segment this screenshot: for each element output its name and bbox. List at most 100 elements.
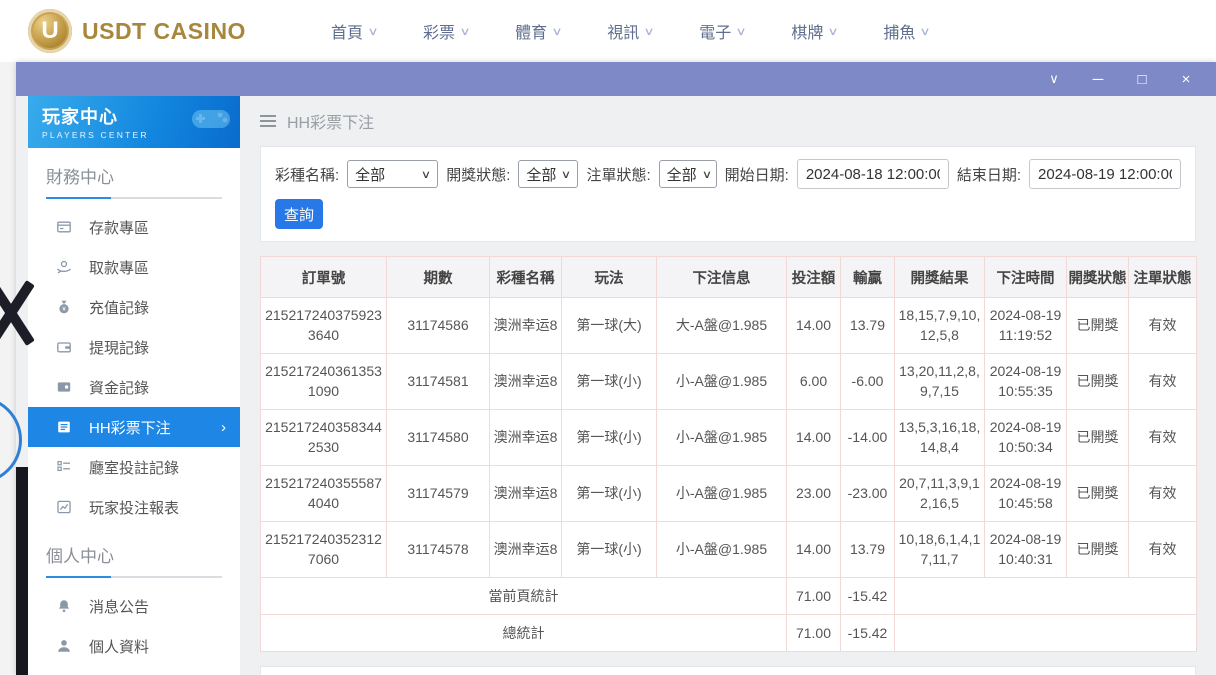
table-cell: 31174586 xyxy=(386,297,490,354)
table-cell: 18,15,7,9,10,12,5,8 xyxy=(894,297,985,354)
nav-item[interactable]: 視訊 ∨ xyxy=(584,0,676,62)
nav-item[interactable]: 捕魚 ∨ xyxy=(860,0,952,62)
window-collapse-button[interactable]: ∨ xyxy=(1032,62,1076,96)
menu-icon[interactable] xyxy=(260,115,276,127)
nav-item-label: 首頁 xyxy=(330,25,363,42)
sidebar-item-withdraw[interactable]: 取款專區 xyxy=(28,247,240,287)
table-cell: 澳洲幸运8 xyxy=(489,409,562,466)
table-summary-row: 當前頁統計 71.00 -15.42 xyxy=(260,577,1197,615)
recharge-record-icon: ¥ xyxy=(56,299,72,315)
background-x-graphic xyxy=(0,280,29,346)
main-content: HH彩票下注 彩種名稱: 全部 ∨ 開獎狀態: 全部 ∨ 注單狀態: 全部 ∨ 開始日期: 結束日期… xyxy=(240,96,1216,675)
table-cell: 澳洲幸运8 xyxy=(489,353,562,410)
window-body: 玩家中心 PLAYERS CENTER 財務中心 存款專區 取款專區 ¥ 充值記錄 提現記… xyxy=(16,96,1216,675)
sidebar-item-profile[interactable]: 個人資料 xyxy=(28,626,240,666)
funds-record-icon xyxy=(56,379,72,395)
window-close-button[interactable]: × xyxy=(1164,62,1208,96)
room-bet-record-icon xyxy=(56,459,72,475)
search-button[interactable]: 查詢 xyxy=(275,199,323,229)
sidebar-item-label: 個人資料 xyxy=(89,638,150,656)
brand-text: USDT CASINO xyxy=(82,17,246,44)
nav-item-label: 棋牌 xyxy=(791,25,824,42)
section-divider xyxy=(46,197,222,199)
summary-bet-total: 71.00 xyxy=(786,614,841,652)
sidebar-item-label: 玩家投注報表 xyxy=(89,499,180,517)
nav-item[interactable]: 首頁 ∨ xyxy=(308,0,400,62)
table-cell: 31174579 xyxy=(386,465,490,522)
table-row: 2152172403759233640 31174586 澳洲幸运8 第一球(大) 大-… xyxy=(260,297,1197,354)
table-cell: 6.00 xyxy=(786,353,841,410)
table-cell: 14.00 xyxy=(786,521,841,578)
table-cell: 31174581 xyxy=(386,353,490,410)
sidebar-item-label: 廳室投註記錄 xyxy=(89,459,180,477)
sidebar-section-title: 個人中心 xyxy=(46,547,114,566)
nav-item-label: 捕魚 xyxy=(883,25,916,42)
nav-item-label: 視訊 xyxy=(607,25,640,42)
window-minimize-button[interactable]: ─ xyxy=(1076,62,1120,96)
gamepad-icon xyxy=(192,110,230,128)
bet-records-panel: 訂單號 期數 彩種名稱 玩法 下注信息 投注額 輸贏 開獎結果 下注時間 開獎狀態 注單狀態 2152… xyxy=(260,256,1197,652)
nav-item-label: 體育 xyxy=(515,25,548,42)
table-cell: 第一球(大) xyxy=(561,297,657,354)
sidebar-item-player-report[interactable]: 玩家投注報表 xyxy=(28,487,240,527)
background-dark-strip xyxy=(16,467,28,675)
table-cell: 第一球(小) xyxy=(561,465,657,522)
nav-item[interactable]: 棋牌 ∨ xyxy=(768,0,860,62)
sidebar-item-room-bet-record[interactable]: 廳室投註記錄 xyxy=(28,447,240,487)
order-status-select[interactable]: 全部 ∨ xyxy=(658,160,717,188)
nav-item[interactable]: 彩票 ∨ xyxy=(400,0,492,62)
table-cell: 小-A盤@1.985 xyxy=(656,521,787,578)
lottery-name-select[interactable]: 全部 ∨ xyxy=(347,160,439,188)
column-header: 玩法 xyxy=(561,256,657,298)
table-cell: 已開獎 xyxy=(1066,353,1129,410)
end-date-label: 結束日期: xyxy=(956,166,1021,184)
table-cell: 有效 xyxy=(1128,409,1197,466)
player-report-icon xyxy=(56,499,72,515)
table-cell: -23.00 xyxy=(840,465,895,522)
nav-item[interactable]: 電子 ∨ xyxy=(676,0,768,62)
table-cell: 23.00 xyxy=(786,465,841,522)
table-cell: 2024-08-19 10:55:35 xyxy=(984,353,1067,410)
sidebar-item-deposit[interactable]: 存款專區 xyxy=(28,207,240,247)
end-date-input[interactable] xyxy=(1029,159,1181,189)
nav-item[interactable]: 體育 ∨ xyxy=(492,0,584,62)
sidebar-item-withdraw-record[interactable]: 提現記錄 xyxy=(28,327,240,367)
profile-icon xyxy=(56,638,72,654)
lottery-bet-icon xyxy=(56,419,72,435)
brand-logo[interactable]: U USDT CASINO xyxy=(28,9,246,53)
sidebar-item-label: 取款專區 xyxy=(89,259,150,277)
table-row: 2152172403523127060 31174578 澳洲幸运8 第一球(小) 小-… xyxy=(260,521,1197,578)
window-maximize-button[interactable]: □ xyxy=(1120,62,1164,96)
start-date-label: 開始日期: xyxy=(724,166,789,184)
draw-status-label: 開獎狀態: xyxy=(446,166,511,184)
column-header: 訂單號 xyxy=(260,256,387,298)
chevron-down-icon: ∨ xyxy=(459,25,471,38)
sidebar-item-lottery-bet[interactable]: HH彩票下注 › xyxy=(28,407,240,447)
table-cell: 第一球(小) xyxy=(561,521,657,578)
filter-panel: 彩種名稱: 全部 ∨ 開獎狀態: 全部 ∨ 注單狀態: 全部 ∨ 開始日期: 結束日期: 查詢 xyxy=(260,146,1196,242)
column-header: 期數 xyxy=(386,256,490,298)
page: U USDT CASINO 首頁 ∨ 彩票 ∨ 體育 ∨ 視訊 ∨ 電子 ∨ 棋牌 ∨ 捕魚 ∨ ∨ ─ □ ×… xyxy=(0,0,1216,675)
sidebar-item-label: HH彩票下注 xyxy=(89,419,171,437)
table-cell: 2152172403583442530 xyxy=(260,409,387,466)
summary-winloss-total: -15.42 xyxy=(840,614,895,652)
column-header: 開獎結果 xyxy=(894,256,985,298)
chevron-down-icon: ∨ xyxy=(420,168,432,181)
filter-row: 彩種名稱: 全部 ∨ 開獎狀態: 全部 ∨ 注單狀態: 全部 ∨ 開始日期: 結束日期: xyxy=(275,159,1181,189)
table-row: 2152172403555874040 31174579 澳洲幸运8 第一球(小) 小-… xyxy=(260,465,1197,522)
sidebar-item-password[interactable]: 修改密碼 xyxy=(28,666,240,675)
nav-item-label: 彩票 xyxy=(423,25,456,42)
start-date-input[interactable] xyxy=(796,159,949,189)
table-header-row: 訂單號 期數 彩種名稱 玩法 下注信息 投注額 輸贏 開獎結果 下注時間 開獎狀態 注單狀態 xyxy=(260,256,1197,298)
column-header: 彩種名稱 xyxy=(489,256,562,298)
sidebar-item-funds-record[interactable]: 資金記錄 xyxy=(28,367,240,407)
page-gutter xyxy=(0,62,16,675)
table-cell: 13,20,11,2,8,9,7,15 xyxy=(894,353,985,410)
sidebar-item-notice[interactable]: 消息公告 xyxy=(28,586,240,626)
sidebar-item-label: 資金記錄 xyxy=(89,379,150,397)
section-divider xyxy=(46,576,222,578)
sidebar: 玩家中心 PLAYERS CENTER 財務中心 存款專區 取款專區 ¥ 充值記錄 提現記… xyxy=(28,96,240,675)
sidebar-item-recharge-record[interactable]: ¥ 充值記錄 xyxy=(28,287,240,327)
breadcrumb: HH彩票下注 xyxy=(260,96,1196,146)
draw-status-select[interactable]: 全部 ∨ xyxy=(518,160,579,188)
